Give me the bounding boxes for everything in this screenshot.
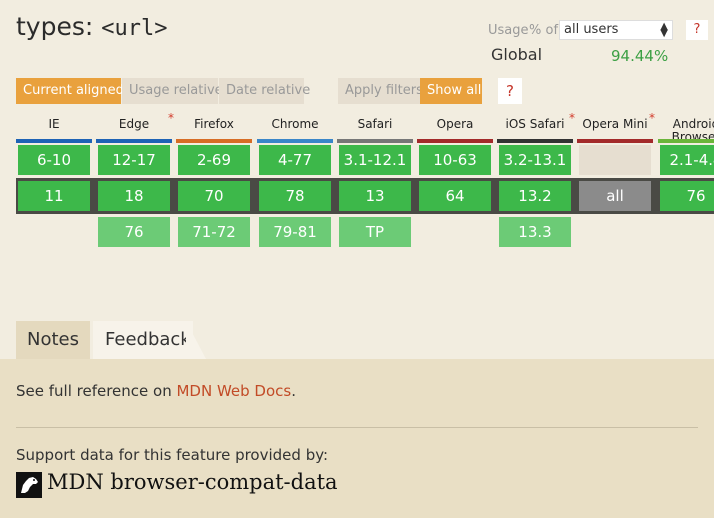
date-relative-button[interactable]: Date relative — [219, 78, 310, 104]
support-cell-current[interactable]: 64 — [419, 181, 491, 211]
percent-of-label: % of — [529, 23, 559, 38]
mdn-logo-icon[interactable] — [16, 472, 42, 498]
mdn-compat-data-link[interactable]: MDN browser-compat-data — [47, 470, 338, 494]
support-cell-past[interactable]: 4-77 — [259, 145, 331, 175]
support-cell-future[interactable]: 13.3 — [499, 217, 571, 247]
support-cell-current[interactable]: 70 — [178, 181, 250, 211]
tab-notes[interactable]: Notes — [16, 321, 90, 359]
support-cell-future[interactable]: 71-72 — [178, 217, 250, 247]
usage-label: Usage — [488, 23, 529, 38]
support-cell-current[interactable]: all — [579, 181, 651, 211]
show-all-button[interactable]: Show all — [420, 78, 482, 104]
browser-color-bar — [16, 139, 92, 143]
support-cell-future[interactable]: 79-81 — [259, 217, 331, 247]
browser-name: Firefox — [194, 117, 234, 131]
mdn-reference-line: See full reference on MDN Web Docs. — [16, 382, 296, 400]
page-title: types: <url> — [16, 12, 167, 41]
browser-color-bar — [176, 139, 252, 143]
browser-name: Safari — [357, 117, 393, 131]
title-code: <url> — [101, 16, 168, 41]
browser-note-marker[interactable]: * — [569, 111, 575, 125]
support-cell-current[interactable]: 76 — [660, 181, 714, 211]
browser-color-bar — [417, 139, 493, 143]
global-usage-value: 94.44% — [611, 47, 669, 65]
support-cell-past[interactable]: 6-10 — [18, 145, 90, 175]
filters-help-button[interactable]: ? — [498, 78, 522, 104]
tab-feedback-edge — [186, 321, 206, 359]
mdn-web-docs-link[interactable]: MDN Web Docs — [176, 382, 291, 400]
select-arrows-icon: ▲ ▼ — [660, 21, 668, 39]
browser-name: Edge — [118, 117, 150, 131]
usage-help-button[interactable]: ? — [686, 20, 708, 40]
support-cell-current[interactable]: 13 — [339, 181, 411, 211]
support-cell-past[interactable]: 3.1-12.1 — [339, 145, 411, 175]
support-cell-past[interactable]: 3.2-13.1 — [499, 145, 571, 175]
reference-prefix: See full reference on — [16, 382, 177, 400]
tab-feedback[interactable]: Feedback — [93, 321, 193, 359]
browser-note-marker[interactable]: * — [168, 111, 174, 125]
support-cell-current[interactable]: 78 — [259, 181, 331, 211]
browser-color-bar — [337, 139, 413, 143]
browser-name: Opera Mini — [582, 117, 648, 131]
current-aligned-button[interactable]: Current aligned — [16, 78, 124, 104]
browser-color-bar — [257, 139, 333, 143]
title-prefix: types: — [16, 12, 102, 41]
support-cell-past[interactable] — [579, 145, 651, 175]
browser-name: IE — [48, 117, 60, 131]
browser-color-bar — [577, 139, 653, 143]
notes-divider — [16, 427, 698, 428]
support-cell-future[interactable]: TP — [339, 217, 411, 247]
browser-name: Chrome — [271, 117, 319, 131]
support-cell-current[interactable]: 11 — [18, 181, 90, 211]
support-cell-past[interactable]: 12-17 — [98, 145, 170, 175]
user-scope-select[interactable]: all users ▲ ▼ — [559, 20, 673, 40]
support-cell-past[interactable]: 2-69 — [178, 145, 250, 175]
usage-relative-button[interactable]: Usage relative — [122, 78, 223, 104]
apply-filters-button[interactable]: Apply filters — [338, 78, 423, 104]
browser-name: Opera — [436, 117, 474, 131]
reference-suffix: . — [291, 382, 297, 400]
browser-name: iOS Safari — [505, 117, 565, 131]
support-data-text: Support data for this feature provided b… — [16, 446, 329, 464]
support-cell-past[interactable]: 10-63 — [419, 145, 491, 175]
browser-color-bar — [497, 139, 573, 143]
browser-note-marker[interactable]: * — [649, 111, 655, 125]
browser-color-bar — [658, 139, 714, 143]
support-cell-current[interactable]: 13.2 — [499, 181, 571, 211]
support-cell-past[interactable]: 2.1-4.4 — [660, 145, 714, 175]
user-scope-value: all users — [564, 22, 619, 37]
support-cell-current[interactable]: 18 — [98, 181, 170, 211]
global-label: Global — [491, 45, 543, 64]
support-cell-future[interactable]: 76 — [98, 217, 170, 247]
browser-color-bar — [96, 139, 172, 143]
